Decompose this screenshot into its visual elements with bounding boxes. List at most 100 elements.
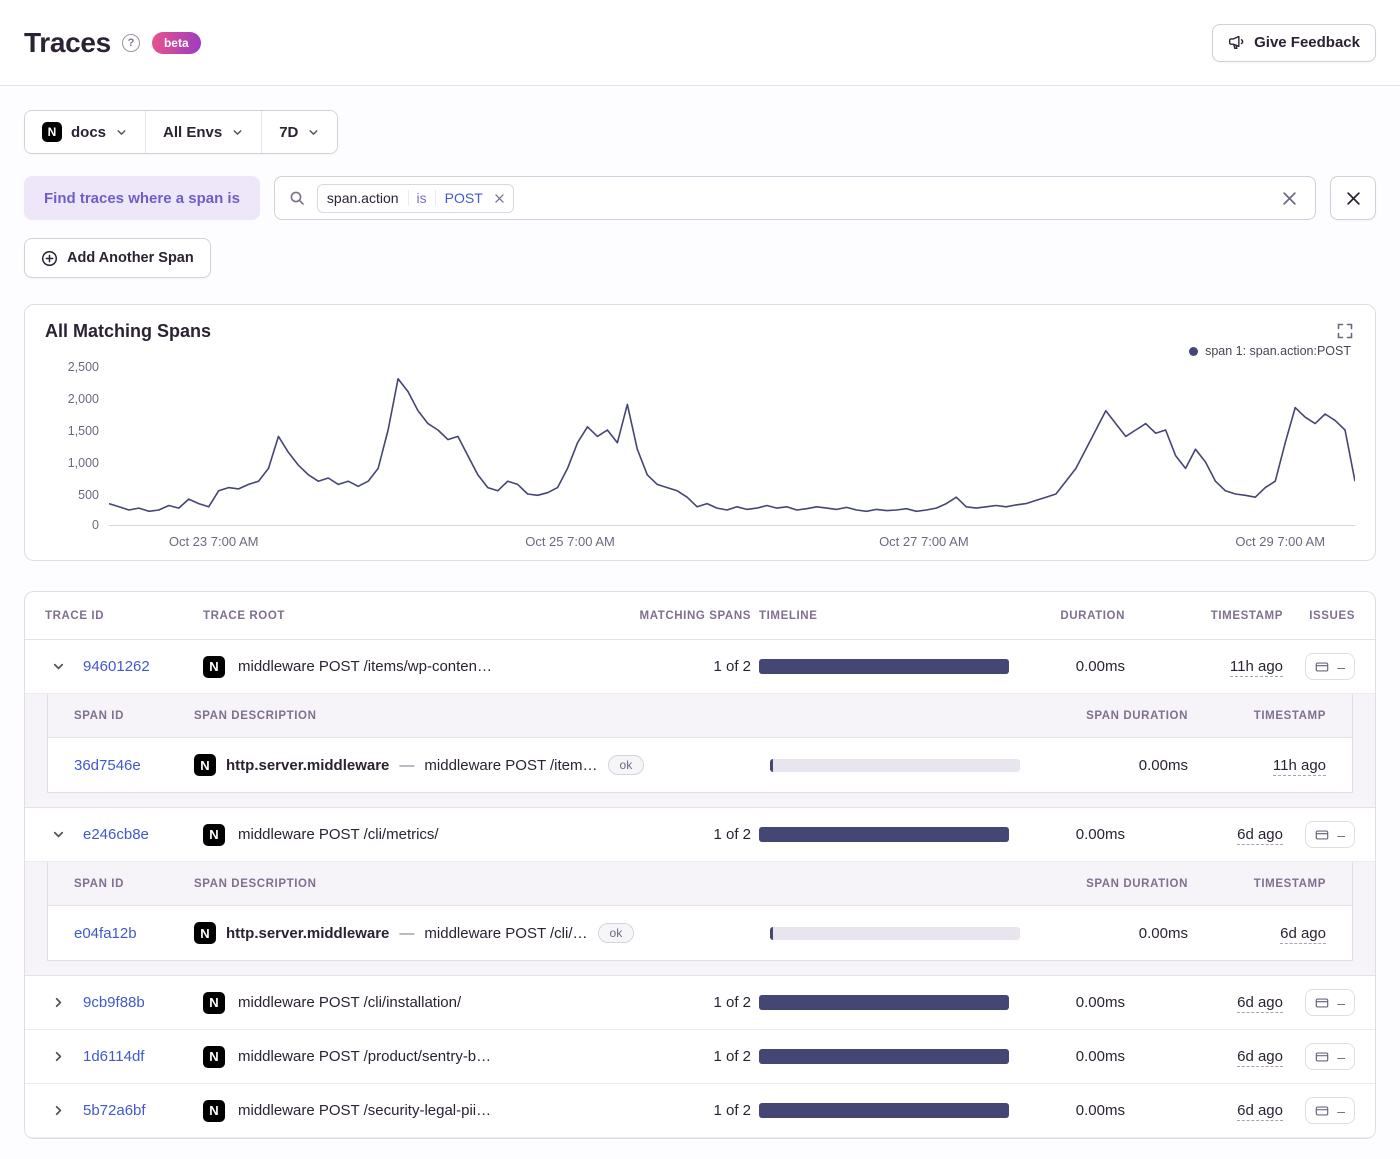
table-row: 5b72a6bf N middleware POST /security-leg…: [25, 1084, 1375, 1138]
matching-spans: 1 of 2: [713, 826, 751, 843]
timestamp[interactable]: 6d ago: [1237, 826, 1283, 845]
col-issues: ISSUES: [1309, 609, 1355, 622]
trace-id-link[interactable]: 1d6114df: [83, 1048, 195, 1065]
nextjs-icon: N: [203, 1099, 225, 1122]
timeline-cell: [759, 995, 1009, 1010]
trace-root: N middleware POST /cli/metrics/: [203, 823, 593, 846]
issues-indicator[interactable]: –: [1305, 653, 1355, 680]
nextjs-icon: N: [203, 991, 225, 1014]
timeline-bar: [759, 1103, 1009, 1118]
duration: 0.00ms: [1075, 658, 1125, 675]
nextjs-icon: N: [194, 922, 216, 944]
trace-id-link[interactable]: 9cb9f88b: [83, 994, 195, 1011]
search-token-key: span.action: [326, 190, 399, 206]
give-feedback-button[interactable]: Give Feedback: [1212, 23, 1376, 62]
matching-spans: 1 of 2: [713, 1102, 751, 1119]
nextjs-icon: N: [194, 754, 216, 776]
table-row: 94601262 N middleware POST /items/wp-con…: [25, 640, 1375, 694]
issues-indicator[interactable]: –: [1305, 821, 1355, 848]
issues-indicator[interactable]: –: [1305, 1097, 1355, 1124]
fullscreen-icon[interactable]: [1335, 321, 1355, 344]
timeline-cell: [770, 758, 1020, 772]
search-token-operator: is: [407, 190, 436, 206]
project-selector-label: docs: [71, 123, 107, 141]
timestamp[interactable]: 6d ago: [1237, 1048, 1283, 1067]
timeline-cell: [759, 827, 1009, 842]
chevron-right-icon[interactable]: [45, 990, 71, 1016]
col-trace-root: TRACE ROOT: [203, 609, 286, 622]
date-range-selector-label: 7D: [279, 123, 299, 141]
chevron-down-icon[interactable]: [45, 822, 71, 848]
help-icon[interactable]: ?: [121, 33, 140, 52]
environment-selector[interactable]: All Envs: [146, 111, 263, 153]
duration: 0.00ms: [1075, 994, 1125, 1011]
traces-table: TRACE ID TRACE ROOT MATCHING SPANS TIMEL…: [24, 591, 1376, 1139]
span-table-header: SPAN ID SPAN DESCRIPTION SPAN DURATION T…: [48, 862, 1352, 906]
duration: 0.00ms: [1075, 1102, 1125, 1119]
timeline-cell: [759, 1049, 1009, 1064]
project-selector[interactable]: N docs: [25, 111, 147, 153]
issues-icon: [1315, 997, 1329, 1008]
span-id-link[interactable]: 36d7546e: [74, 757, 186, 774]
chart-legend: span 1: span.action:POST: [45, 344, 1351, 358]
give-feedback-label: Give Feedback: [1254, 34, 1360, 51]
span-duration: 0.00ms: [1138, 756, 1188, 774]
search-icon: [290, 191, 304, 205]
duration: 0.00ms: [1075, 826, 1125, 843]
duration: 0.00ms: [1075, 1048, 1125, 1065]
span-id-link[interactable]: e04fa12b: [74, 925, 186, 942]
chevron-down-icon: [233, 129, 242, 135]
status-badge: ok: [597, 923, 635, 943]
remove-query-button[interactable]: [1330, 176, 1376, 220]
issues-icon: [1315, 1051, 1329, 1062]
legend-label: span 1: span.action:POST: [1205, 344, 1351, 358]
span-timeline-track: [770, 758, 1020, 772]
timestamp[interactable]: 6d ago: [1237, 1102, 1283, 1121]
span-timeline-bar: [770, 758, 773, 772]
search-token[interactable]: span.action is POST: [316, 183, 514, 213]
span-query-row: Find traces where a span is span.action …: [24, 176, 1376, 220]
issues-indicator[interactable]: –: [1305, 1043, 1355, 1070]
span-search-input[interactable]: span.action is POST: [273, 176, 1316, 220]
timestamp[interactable]: 6d ago: [1280, 924, 1326, 944]
clear-search-icon[interactable]: [1278, 187, 1301, 210]
filter-bar: N docs All Envs 7D: [24, 110, 339, 154]
timestamp[interactable]: 6d ago: [1237, 994, 1283, 1013]
nextjs-project-icon: N: [42, 122, 62, 142]
timeline-bar: [759, 995, 1009, 1010]
table-row: 9cb9f88b N middleware POST /cli/installa…: [25, 976, 1375, 1030]
timestamp[interactable]: 11h ago: [1272, 756, 1326, 776]
y-axis-labels: 2,500 2,000 1,500 1,000 500 0: [67, 360, 99, 532]
search-token-value: POST: [444, 190, 483, 206]
span-description: N http.server.middleware — middleware PO…: [194, 922, 762, 944]
span-duration: 0.00ms: [1138, 924, 1188, 942]
page-header: Traces ? beta Give Feedback: [0, 0, 1400, 86]
issues-indicator[interactable]: –: [1305, 989, 1355, 1016]
timeline-cell: [770, 926, 1020, 940]
trace-root: N middleware POST /items/wp-conten…: [203, 655, 593, 678]
add-another-span-button[interactable]: Add Another Span: [24, 238, 211, 278]
remove-token-icon[interactable]: [492, 193, 513, 204]
expanded-spans-section: SPAN ID SPAN DESCRIPTION SPAN DURATION T…: [25, 862, 1375, 976]
nextjs-icon: N: [203, 1045, 225, 1068]
beta-badge: beta: [151, 31, 201, 54]
trace-id-link[interactable]: 5b72a6bf: [83, 1102, 195, 1119]
chevron-right-icon[interactable]: [45, 1044, 71, 1070]
matching-spans: 1 of 2: [713, 1048, 751, 1065]
trace-id-link[interactable]: e246cb8e: [83, 826, 195, 843]
trace-id-link[interactable]: 94601262: [83, 658, 195, 675]
col-trace-id: TRACE ID: [45, 609, 105, 622]
chevron-right-icon[interactable]: [45, 1098, 71, 1124]
span-row: e04fa12b N http.server.middleware — midd…: [48, 906, 1352, 960]
legend-dot: [1189, 346, 1199, 356]
chevron-down-icon[interactable]: [45, 654, 71, 680]
chevron-down-icon: [309, 129, 318, 135]
page-content: N docs All Envs 7D Find traces where a s…: [0, 86, 1400, 1159]
chart-title: All Matching Spans: [45, 321, 212, 341]
timeline-bar: [759, 1049, 1009, 1064]
line-chart-plot: [109, 366, 1355, 526]
nextjs-icon: N: [203, 823, 225, 846]
nextjs-icon: N: [203, 655, 225, 678]
date-range-selector[interactable]: 7D: [262, 111, 338, 153]
timestamp[interactable]: 11h ago: [1229, 658, 1283, 677]
